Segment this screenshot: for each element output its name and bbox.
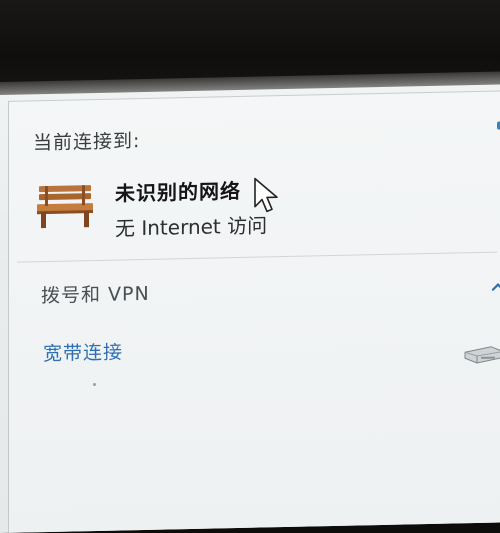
network-status: 无 Internet 访问 [115,213,268,241]
broadband-connection-link[interactable]: 宽带连接 [43,337,123,366]
bench-network-icon [37,185,93,229]
modem-icon [464,346,500,364]
network-name: 未识别的网络 [115,178,241,206]
current-connection-heading: 当前连接到: [33,130,141,155]
network-entry-unidentified[interactable]: 未识别的网络 无 Internet 访问 [9,91,500,241]
mouse-cursor-icon [254,177,278,213]
screen-speck [93,382,96,387]
network-flyout: 当前连接到: 未识别的网络 无 Internet 访问 拨号和 VPN 宽带连接 [0,84,500,533]
chevron-up-icon[interactable] [491,281,500,291]
section-divider [17,251,497,263]
dialup-vpn-section-title[interactable]: 拨号和 VPN [41,279,150,308]
flyout-body: 当前连接到: 未识别的网络 无 Internet 访问 拨号和 VPN 宽带连接 [8,90,500,533]
